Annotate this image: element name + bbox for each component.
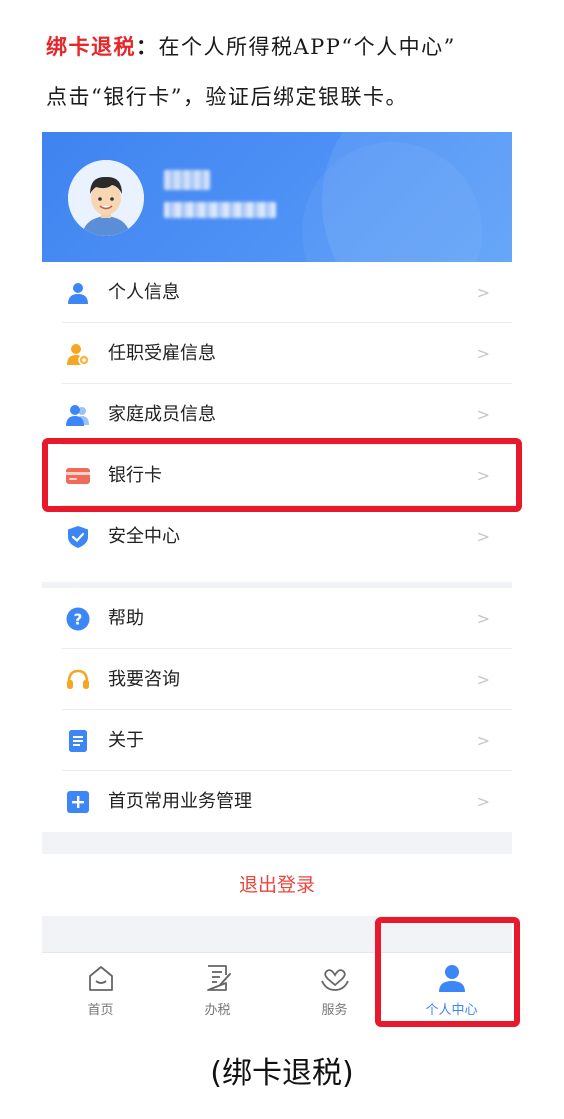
chevron-right-icon: > — [476, 792, 490, 811]
chevron-right-icon: > — [476, 609, 490, 628]
menu-item-security-center[interactable]: 安全中心 > — [42, 506, 512, 567]
instruction-highlight: 绑卡退税 — [46, 34, 136, 59]
menu-item-personal-info[interactable]: 个人信息 > — [42, 262, 512, 323]
menu-item-label: 关于 — [108, 730, 144, 751]
phone-screen: 个人信息 > 任职受雇信息 > 家庭成员信息 > 银行卡 > 安全中心 > ? … — [42, 132, 512, 1030]
instruction-colon: ： — [136, 34, 159, 59]
menu-item-employment-info[interactable]: 任职受雇信息 > — [42, 323, 512, 384]
menu-item-home-shortcuts[interactable]: 首页常用业务管理 > — [42, 771, 512, 832]
menu-item-label: 安全中心 — [108, 526, 180, 547]
menu-item-label: 首页常用业务管理 — [108, 791, 252, 812]
shield-icon — [68, 526, 88, 548]
instruction-text: 绑卡退税：在个人所得税APP“个人中心” 点击“银行卡”，验证后绑定银联卡。 — [46, 22, 546, 122]
chevron-right-icon: > — [476, 731, 490, 750]
profile-header — [42, 132, 512, 262]
highlight-box-bank-card — [42, 438, 522, 512]
tab-home[interactable]: 首页 — [42, 953, 159, 1030]
plus-box-icon — [67, 791, 89, 813]
employment-icon — [67, 344, 90, 366]
menu-item-family-info[interactable]: 家庭成员信息 > — [42, 384, 512, 445]
menu-item-label: 任职受雇信息 — [108, 343, 216, 364]
chevron-right-icon: > — [476, 405, 490, 424]
menu-item-label: 我要咨询 — [108, 669, 180, 690]
chevron-right-icon: > — [476, 527, 490, 546]
avatar[interactable] — [68, 160, 144, 236]
service-heart-icon — [321, 969, 349, 991]
logout-button[interactable]: 退出登录 — [42, 854, 512, 916]
highlight-box-personal-center-tab — [375, 917, 520, 1027]
instruction-line-1: 绑卡退税：在个人所得税APP“个人中心” — [46, 22, 546, 72]
figure-caption: (绑卡退税) — [210, 1056, 354, 1091]
tab-tax[interactable]: 办税 — [159, 953, 276, 1030]
tab-label: 首页 — [87, 1003, 114, 1018]
instruction-line-2: 点击“银行卡”，验证后绑定银联卡。 — [46, 85, 408, 109]
menu-item-label: 家庭成员信息 — [108, 404, 216, 425]
menu-group-support: ? 帮助 > 我要咨询 > 关于 > 首页常用业务管理 > — [42, 588, 512, 832]
user-name-blurred — [164, 170, 210, 190]
tab-label: 办税 — [204, 1003, 231, 1018]
menu-item-help[interactable]: ? 帮助 > — [42, 588, 512, 649]
chevron-right-icon: > — [476, 344, 490, 363]
menu-item-label: 个人信息 — [108, 282, 180, 303]
family-icon — [66, 405, 89, 426]
help-icon: ? — [66, 607, 90, 631]
user-phone-blurred — [164, 202, 276, 218]
document-icon — [69, 730, 87, 752]
instruction-line-1-text: 在个人所得税APP“个人中心” — [158, 35, 456, 59]
chevron-right-icon: > — [476, 670, 490, 689]
menu-item-label: 帮助 — [108, 608, 144, 629]
headset-icon — [67, 669, 89, 689]
menu-item-consult[interactable]: 我要咨询 > — [42, 649, 512, 710]
svg-text:?: ? — [74, 611, 83, 629]
avatar-illustration — [68, 160, 144, 236]
menu-item-about[interactable]: 关于 > — [42, 710, 512, 771]
tax-form-icon — [207, 965, 231, 991]
person-icon — [68, 283, 88, 304]
chevron-right-icon: > — [476, 283, 490, 302]
home-icon — [89, 966, 113, 991]
menu-group-profile: 个人信息 > 任职受雇信息 > 家庭成员信息 > 银行卡 > 安全中心 > — [42, 262, 512, 582]
